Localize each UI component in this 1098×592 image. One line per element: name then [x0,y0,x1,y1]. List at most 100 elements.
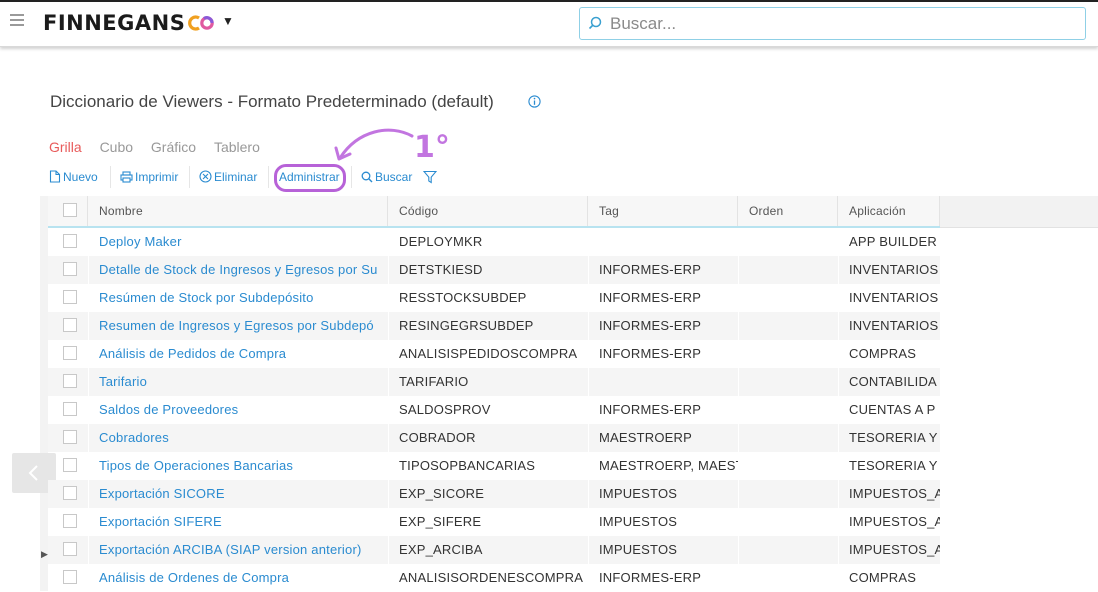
cell-nombre[interactable]: Análisis de Ordenes de Compra [89,564,388,592]
cell-aplicacion: IMPUESTOS_A [839,480,940,508]
cell-aplicacion: INVENTARIOS [849,290,939,305]
table-row[interactable]: Exportación ARCIBA (SIAP version anterio… [48,536,940,564]
cell-nombre[interactable]: Análisis de Pedidos de Compra [89,340,388,368]
cell-aplicacion: COMPRAS [849,346,917,361]
cell-nombre[interactable]: Exportación SIFERE [89,508,388,536]
cell-nombre[interactable]: Tarifario [89,368,388,396]
row-select-cell [48,340,88,368]
cell-codigo: SALDOSPROV [399,402,491,417]
row-checkbox[interactable] [63,486,77,500]
row-checkbox[interactable] [63,290,77,304]
annotation-label: 1° [414,130,450,165]
cell-nombre[interactable]: Tipos de Operaciones Bancarias [89,452,388,480]
cell-codigo: COBRADOR [389,424,588,452]
column-header-tag[interactable]: Tag [589,196,738,226]
row-checkbox[interactable] [63,542,77,556]
tab-grilla[interactable]: Grilla [49,139,82,155]
table-row[interactable]: Deploy Maker DEPLOYMKR APP BUILDER [48,228,940,256]
table-row[interactable]: Cobradores COBRADOR MAESTROERP TESORERIA Y [48,424,940,452]
cell-codigo: RESINGEGRSUBDEP [389,312,588,340]
row-select-cell [48,564,88,592]
brand-name[interactable]: FINNEGANS [43,11,185,35]
row-select-cell [48,284,88,312]
cell-aplicacion: IMPUESTOS_A [839,536,940,564]
table-row[interactable]: Resúmen de Stock por Subdepósito RESSTOCK… [48,284,940,312]
grid-header-row: Nombre Código Tag Orden Aplicación [48,196,940,228]
viewers-grid: Nombre Código Tag Orden Aplicación Deplo… [48,196,940,592]
column-header-nombre[interactable]: Nombre [89,196,388,226]
delete-icon [199,170,212,183]
row-select-cell [48,424,88,452]
table-row[interactable]: Saldos de Proveedores SALDOSPROV INFORMES-… [48,396,940,424]
cell-tag: INFORMES-ERP [599,346,702,361]
grid-body: Deploy Maker DEPLOYMKR APP BUILDER Detalle … [48,228,940,592]
brand-dropdown-icon[interactable]: ▼ [222,14,234,28]
imprimir-button[interactable]: Imprimir [120,170,178,184]
cell-aplicacion: IMPUESTOS_A [849,514,940,529]
table-row[interactable]: Análisis de Pedidos de Compra ANALISISPED… [48,340,940,368]
toolbar-divider [351,166,352,188]
cell-nombre[interactable]: Resumen de Ingresos y Egresos por Subdep… [89,312,388,340]
row-select-cell [48,480,88,508]
select-all-cell [48,196,88,226]
info-icon[interactable] [528,95,541,108]
column-header-codigo[interactable]: Código [389,196,588,226]
select-all-checkbox[interactable] [63,203,77,217]
row-checkbox[interactable] [63,346,77,360]
cell-nombre[interactable]: Saldos de Proveedores [89,396,388,424]
nuevo-button[interactable]: Nuevo [49,170,98,184]
search-input[interactable] [608,12,1072,36]
grid-header-extension [940,196,1098,228]
table-row[interactable]: Resumen de Ingresos y Egresos por Subdep… [48,312,940,340]
cell-aplicacion: TESORERIA Y [839,424,940,452]
table-row[interactable]: Tipos de Operaciones Bancarias TIPOSOPBAN… [48,452,940,480]
eliminar-label: Eliminar [214,170,258,184]
cell-nombre[interactable]: Exportación SICORE [89,480,388,508]
cell-orden [739,368,838,396]
cell-tag: INFORMES-ERP [599,402,702,417]
page-title: Diccionario de Viewers - Formato Predete… [50,92,494,111]
annotation-highlight [274,164,346,192]
cell-nombre[interactable]: Detalle de Stock de Ingresos y Egresos p… [89,256,388,284]
row-checkbox[interactable] [63,262,77,276]
row-checkbox[interactable] [63,374,77,388]
filter-icon[interactable] [423,170,437,184]
search-icon [361,171,373,183]
cell-codigo: RESSTOCKSUBDEP [399,290,527,305]
cell-orden [739,536,838,564]
eliminar-button[interactable]: Eliminar [199,170,257,184]
cell-nombre[interactable]: Cobradores [89,424,388,452]
buscar-button[interactable]: Buscar [361,170,412,184]
row-select-cell [48,312,88,340]
tab-tablero[interactable]: Tablero [214,139,260,155]
row-checkbox[interactable] [63,458,77,472]
row-checkbox[interactable] [63,234,77,248]
global-search[interactable] [579,7,1086,40]
cell-nombre[interactable]: Deploy Maker [89,228,388,256]
column-header-orden[interactable]: Orden [739,196,838,226]
row-select-cell [48,508,88,536]
expand-arrow-icon[interactable]: ▶ [41,549,48,560]
row-checkbox[interactable] [63,430,77,444]
cell-aplicacion: CONTABILIDA [839,368,940,396]
cell-nombre[interactable]: Resúmen de Stock por Subdepósito [89,284,388,312]
cell-orden [739,396,838,424]
tab-cubo[interactable]: Cubo [100,139,133,155]
row-checkbox[interactable] [63,402,77,416]
toolbar-divider [110,166,111,188]
cell-orden [739,284,838,312]
cell-orden [739,564,838,592]
table-row[interactable]: Exportación SIFERE EXP_SIFERE IMPUESTOS IMP… [48,508,940,536]
row-checkbox[interactable] [63,318,77,332]
row-checkbox[interactable] [63,514,77,528]
cell-nombre[interactable]: Exportación ARCIBA (SIAP version anterio… [89,536,388,564]
table-row[interactable]: Detalle de Stock de Ingresos y Egresos p… [48,256,940,284]
table-row[interactable]: Exportación SICORE EXP_SICORE IMPUESTOS IMP… [48,480,940,508]
tab-grafico[interactable]: Gráfico [151,139,196,155]
column-header-aplicacion[interactable]: Aplicación [839,196,940,226]
table-row[interactable]: Tarifario TARIFARIO CONTABILIDA [48,368,940,396]
table-row[interactable]: Análisis de Ordenes de Compra ANALISISORD… [48,564,940,592]
row-checkbox[interactable] [63,570,77,584]
cell-tag: INFORMES-ERP [589,312,738,340]
hamburger-menu-icon[interactable] [10,14,24,28]
